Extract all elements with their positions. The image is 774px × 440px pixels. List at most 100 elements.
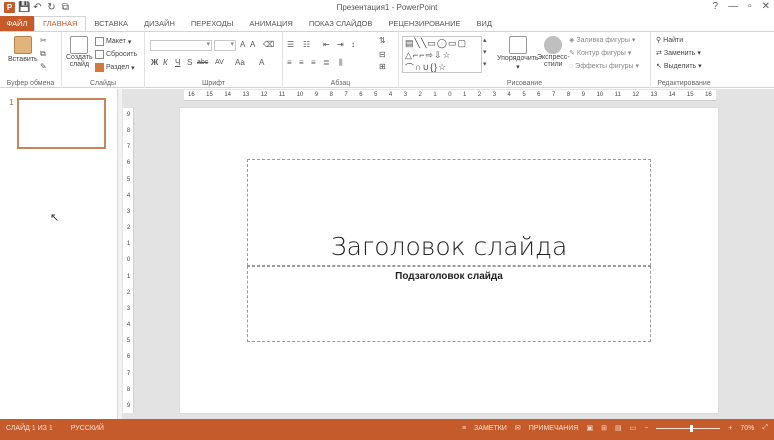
font-color-button[interactable]: A [259,58,264,68]
italic-button[interactable]: К [163,58,168,68]
zoom-level[interactable]: 70% [740,425,754,432]
triangle-shape-icon[interactable]: △ [405,50,412,61]
gallery-more-icon[interactable]: ▾ [483,60,487,70]
underline-button[interactable]: Ч [175,58,180,68]
slide-thumbnail[interactable] [17,98,106,149]
zoom-slider[interactable] [656,424,721,432]
ruler-tick-label: 2 [126,289,131,296]
help-button[interactable]: ? [713,1,719,12]
increase-indent-icon[interactable]: ⇥ [337,40,344,50]
shrink-font-icon[interactable]: A [250,40,255,50]
pencil-icon: ✎ [569,50,575,57]
gallery-scroll-down-icon[interactable]: ▾ [483,48,487,58]
layout-label: Макет [106,38,126,45]
strikethrough-button[interactable]: abc [197,58,208,68]
subtitle-placeholder[interactable]: Подзаголовок слайда [247,266,651,342]
clear-format-icon[interactable]: ⌫ [263,40,274,50]
cut-icon[interactable]: ✂ [40,36,47,46]
tab-review[interactable]: РЕЦЕНЗИРОВАНИЕ [380,16,468,31]
rounded-rectangle-shape-icon[interactable]: ▢ [457,38,466,49]
rectangle-shape-icon[interactable]: ▭ [427,38,436,49]
zoom-out-button[interactable]: − [644,425,648,432]
reading-view-icon[interactable]: ▤ [615,424,622,432]
tab-design[interactable]: ДИЗАЙН [136,16,183,31]
find-button[interactable]: ⚲ Найти [656,36,683,45]
paste-button[interactable]: Вставить [8,36,38,63]
reset-button[interactable]: Сбросить [95,50,137,59]
justify-icon[interactable]: ≣ [323,58,330,68]
columns-icon[interactable]: ⫼ [339,58,343,68]
right-arrow-shape-icon[interactable]: ⇨ [425,50,433,61]
slide-title[interactable]: Заголовок слайда [248,232,650,261]
numbering-icon[interactable]: ☷ [303,40,310,50]
language-indicator[interactable]: РУССКИЙ [71,425,104,432]
brace-shape-icon[interactable]: { [430,62,433,72]
tab-view[interactable]: ВИД [469,16,500,31]
fit-to-window-icon[interactable]: ⤢ [762,424,768,432]
shapes-gallery[interactable]: ▤ ╲ ╲ ▭ ◯ ▭ ▢ △ ⌐ ⌐ ⇨ ⇩ ☆ ⌒ ∩ ∪{} ☆ [402,36,482,73]
minimize-button[interactable]: — [728,1,738,12]
brace-shape-icon[interactable]: } [434,62,437,72]
slide-canvas[interactable]: Заголовок слайда Подзаголовок слайда [180,108,718,413]
bold-button[interactable]: Ж [151,58,158,68]
notes-button[interactable]: ЗАМЕТКИ [474,425,507,432]
shape-effects-button[interactable]: ◌ Эффекты фигуры ▾ [569,62,639,71]
line-shape-icon[interactable]: ╲ [421,38,426,49]
line-spacing-icon[interactable]: ↕ [351,40,355,50]
decrease-indent-icon[interactable]: ⇤ [323,40,330,50]
shadow-button[interactable]: S [187,58,192,68]
arrange-button[interactable]: Упорядочить ▾ [497,36,539,71]
star-shape-icon[interactable]: ☆ [438,62,446,73]
tab-slideshow[interactable]: ПОКАЗ СЛАЙДОВ [301,16,381,31]
font-name-combo[interactable] [150,40,212,51]
close-button[interactable]: ✕ [762,1,770,12]
character-spacing-button[interactable]: AV [215,58,224,68]
normal-view-icon[interactable]: ▣ [586,424,593,432]
gallery-scroll-up-icon[interactable]: ▴ [483,36,487,46]
elbow-connector-icon[interactable]: ⌐ [413,50,418,60]
tab-animations[interactable]: АНИМАЦИЯ [241,16,300,31]
curve-shape-icon[interactable]: ∪ [422,62,429,73]
tab-insert[interactable]: ВСТАВКА [86,16,136,31]
quick-styles-button[interactable]: Экспресс- стили [537,36,570,68]
shape-outline-button[interactable]: ✎ Контур фигуры ▾ [569,49,631,58]
section-button[interactable]: Раздел ▾ [95,63,135,72]
down-arrow-shape-icon[interactable]: ⇩ [434,50,442,61]
bullets-icon[interactable]: ☰ [287,40,294,50]
title-placeholder[interactable]: Заголовок слайда [247,159,651,266]
slideshow-view-icon[interactable]: ▭ [630,424,637,432]
align-text-icon[interactable]: ⊟ [379,50,386,60]
tab-file[interactable]: ФАЙЛ [0,16,34,31]
slide-sorter-view-icon[interactable]: ⊞ [601,424,607,432]
replace-button[interactable]: ⇄ Заменить ▾ [656,49,701,58]
copy-icon[interactable]: ⧉ [40,49,46,59]
comments-button[interactable]: ПРИМЕЧАНИЯ [529,425,579,432]
text-direction-icon[interactable]: ⇅ [379,36,386,46]
curve-shape-icon[interactable]: ∩ [415,62,421,72]
curve-shape-icon[interactable]: ⌒ [405,61,414,74]
align-right-icon[interactable]: ≡ [311,58,316,68]
tab-transitions[interactable]: ПЕРЕХОДЫ [183,16,242,31]
zoom-in-button[interactable]: + [728,425,732,432]
format-painter-icon[interactable]: ✎ [40,62,47,72]
tab-home[interactable]: ГЛАВНАЯ [34,16,87,31]
shape-fill-button[interactable]: ◈ Заливка фигуры ▾ [569,36,635,45]
star-shape-icon[interactable]: ☆ [443,50,451,61]
oval-shape-icon[interactable]: ◯ [437,38,447,49]
grow-font-icon[interactable]: A [240,40,245,50]
layout-button[interactable]: Макет ▾ [95,37,131,46]
elbow-connector-icon[interactable]: ⌐ [419,50,424,60]
rectangle-shape-icon[interactable]: ▭ [448,38,457,49]
maximize-button[interactable]: ▫ [748,1,752,12]
textbox-shape-icon[interactable]: ▤ [405,38,414,49]
change-case-button[interactable]: Aa [235,58,245,68]
smartart-icon[interactable]: ⊞ [379,62,386,72]
zoom-slider-thumb[interactable] [689,424,693,432]
new-slide-button[interactable]: Создать слайд [66,36,93,68]
line-shape-icon[interactable]: ╲ [415,38,420,49]
font-size-combo[interactable] [214,40,236,51]
select-button[interactable]: ↖ Выделить ▾ [656,62,702,71]
align-left-icon[interactable]: ≡ [287,58,292,68]
align-center-icon[interactable]: ≡ [299,58,304,68]
slide-subtitle[interactable]: Подзаголовок слайда [248,271,650,282]
